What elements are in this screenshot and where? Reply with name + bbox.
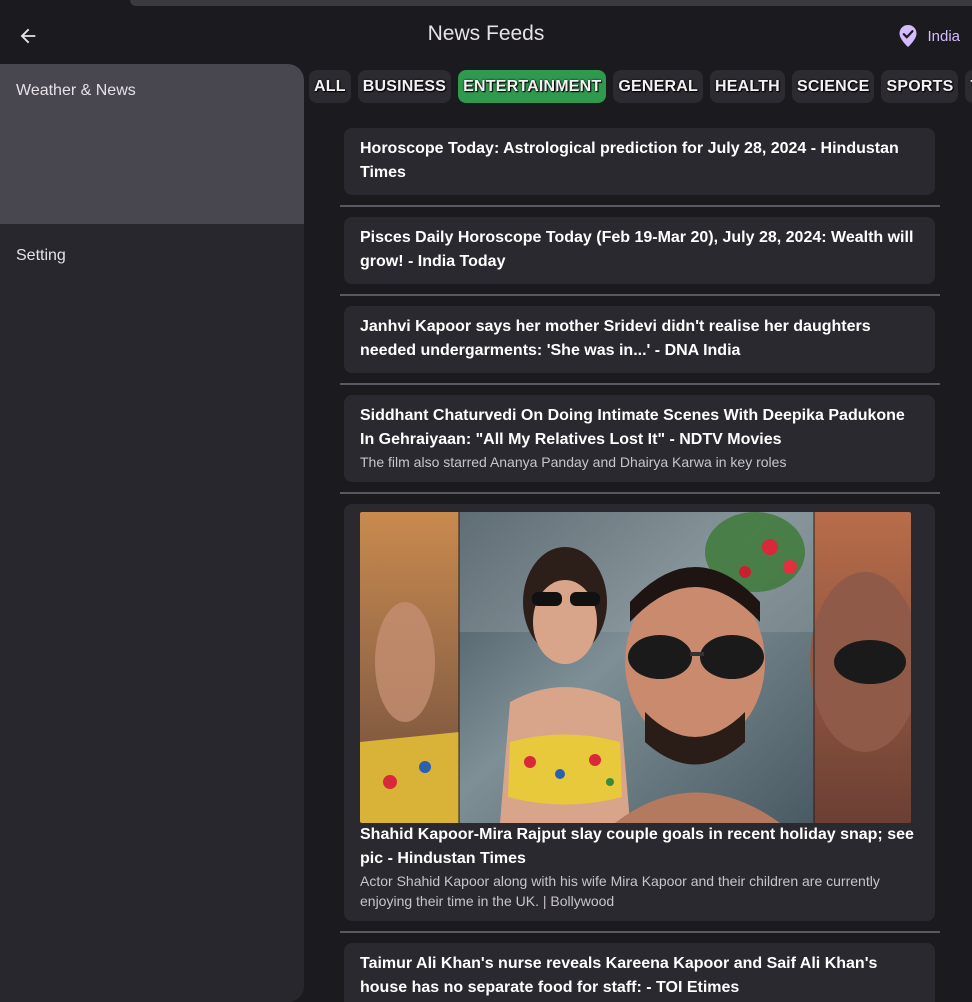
drawer-item-label: Weather & News <box>16 82 136 99</box>
chip-all[interactable]: ALL <box>309 70 351 103</box>
window-top-strip <box>0 0 972 8</box>
chip-technology[interactable]: TE <box>965 70 972 103</box>
news-title: Taimur Ali Khan's nurse reveals Kareena … <box>360 955 878 996</box>
region-selector[interactable]: India <box>897 24 960 48</box>
top-scrollbar[interactable] <box>130 0 972 6</box>
location-check-icon <box>899 25 917 47</box>
news-feed-list[interactable]: Horoscope Today: Astrological prediction… <box>340 118 940 1002</box>
region-label: India <box>927 27 960 45</box>
chip-entertainment[interactable]: ENTERTAINMENT <box>458 70 607 103</box>
news-card[interactable]: Pisces Daily Horoscope Today (Feb 19-Mar… <box>344 217 935 284</box>
chip-general[interactable]: GENERAL <box>613 70 704 103</box>
news-title: Siddhant Chaturvedi On Doing Intimate Sc… <box>360 407 905 448</box>
news-card[interactable]: Siddhant Chaturvedi On Doing Intimate Sc… <box>344 395 935 482</box>
news-card[interactable]: Taimur Ali Khan's nurse reveals Kareena … <box>344 943 935 1002</box>
chip-health[interactable]: HEALTH <box>710 70 785 103</box>
divider <box>340 205 940 207</box>
chip-sports[interactable]: SPORTS <box>881 70 959 103</box>
news-image <box>360 512 911 823</box>
divider <box>340 294 940 296</box>
divider <box>340 931 940 933</box>
chip-science[interactable]: SCIENCE <box>791 70 875 103</box>
drawer-item-setting[interactable]: Setting <box>0 236 304 280</box>
drawer-item-weather-news[interactable]: Weather & News <box>0 64 304 224</box>
page-title: News Feeds <box>427 22 545 45</box>
drawer-item-label: Setting <box>16 247 66 264</box>
news-title: Janhvi Kapoor says her mother Sridevi di… <box>360 318 871 359</box>
news-card[interactable]: Shahid Kapoor-Mira Rajput slay couple go… <box>344 504 935 921</box>
chip-business[interactable]: BUSINESS <box>357 70 452 103</box>
news-card[interactable]: Horoscope Today: Astrological prediction… <box>344 128 935 195</box>
divider <box>340 492 940 494</box>
divider <box>340 383 940 385</box>
news-title: Shahid Kapoor-Mira Rajput slay couple go… <box>360 826 914 867</box>
navigation-drawer: Weather & News Setting <box>0 64 304 1002</box>
category-chip-bar[interactable]: ALL BUSINESS ENTERTAINMENT GENERAL HEALT… <box>304 64 972 114</box>
news-description: Actor Shahid Kapoor along with his wife … <box>360 873 880 909</box>
news-card[interactable]: Janhvi Kapoor says her mother Sridevi di… <box>344 306 935 373</box>
news-title: Pisces Daily Horoscope Today (Feb 19-Mar… <box>360 229 914 270</box>
news-description: The film also starred Ananya Panday and … <box>360 454 787 470</box>
news-title: Horoscope Today: Astrological prediction… <box>360 140 899 181</box>
app-bar: News Feeds India <box>0 8 972 64</box>
